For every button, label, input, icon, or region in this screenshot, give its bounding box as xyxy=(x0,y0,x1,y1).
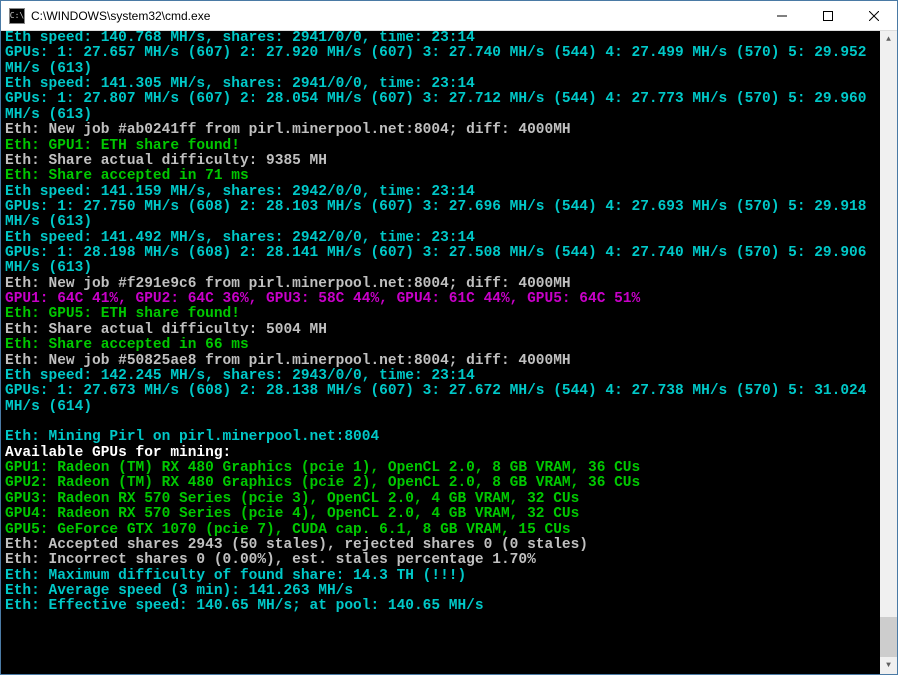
terminal-line: Eth: Effective speed: 140.65 MH/s; at po… xyxy=(5,598,484,614)
terminal-line: Eth: Share actual difficulty: 5004 MH xyxy=(5,322,327,338)
terminal-line: GPU5: GeForce GTX 1070 (pcie 7), CUDA ca… xyxy=(5,522,571,538)
scroll-track[interactable] xyxy=(880,48,897,657)
scrollbar[interactable]: ▲ ▼ xyxy=(880,31,897,674)
terminal-line: GPUs: 1: 27.657 MH/s (607) 2: 27.920 MH/… xyxy=(5,45,875,76)
maximize-button[interactable] xyxy=(805,1,851,30)
titlebar[interactable]: C:\ C:\WINDOWS\system32\cmd.exe xyxy=(1,1,897,31)
minimize-button[interactable] xyxy=(759,1,805,30)
cmd-window: C:\ C:\WINDOWS\system32\cmd.exe Eth spee… xyxy=(0,0,898,675)
close-button[interactable] xyxy=(851,1,897,30)
terminal-line: Eth: Share actual difficulty: 9385 MH xyxy=(5,153,327,169)
terminal-line: Eth: GPU5: ETH share found! xyxy=(5,306,240,322)
scroll-thumb[interactable] xyxy=(880,617,897,657)
terminal-line: Eth: New job #f291e9c6 from pirl.minerpo… xyxy=(5,276,571,292)
terminal-line: GPUs: 1: 27.750 MH/s (608) 2: 28.103 MH/… xyxy=(5,199,875,230)
terminal-line: Eth: Share accepted in 71 ms xyxy=(5,168,249,184)
terminal-line: GPU2: Radeon (TM) RX 480 Graphics (pcie … xyxy=(5,475,640,491)
terminal-line: Eth: New job #50825ae8 from pirl.minerpo… xyxy=(5,353,571,369)
terminal-output[interactable]: Eth speed: 140.768 MH/s, shares: 2941/0/… xyxy=(1,31,880,674)
terminal-line: Eth: Mining Pirl on pirl.minerpool.net:8… xyxy=(5,429,379,445)
terminal-line: Eth: Share accepted in 66 ms xyxy=(5,337,249,353)
terminal-line: GPU3: Radeon RX 570 Series (pcie 3), Ope… xyxy=(5,491,579,507)
terminal-line: Eth speed: 141.492 MH/s, shares: 2942/0/… xyxy=(5,230,475,246)
terminal-line: Eth: New job #ab0241ff from pirl.minerpo… xyxy=(5,122,571,138)
terminal-line: GPUs: 1: 27.673 MH/s (608) 2: 28.138 MH/… xyxy=(5,383,875,414)
scroll-up-arrow[interactable]: ▲ xyxy=(880,31,897,48)
terminal-line: Eth: Maximum difficulty of found share: … xyxy=(5,568,466,584)
terminal-line: Eth: Average speed (3 min): 141.263 MH/s xyxy=(5,583,353,599)
terminal-line: GPUs: 1: 27.807 MH/s (607) 2: 28.054 MH/… xyxy=(5,91,875,122)
window-title: C:\WINDOWS\system32\cmd.exe xyxy=(31,9,759,23)
terminal-line: Eth: GPU1: ETH share found! xyxy=(5,138,240,154)
terminal-line: Eth speed: 142.245 MH/s, shares: 2943/0/… xyxy=(5,368,475,384)
terminal-line: GPUs: 1: 28.198 MH/s (608) 2: 28.141 MH/… xyxy=(5,245,875,276)
terminal-line: Eth: Accepted shares 2943 (50 stales), r… xyxy=(5,537,588,553)
cmd-icon: C:\ xyxy=(9,8,25,24)
terminal-line: Eth: Incorrect shares 0 (0.00%), est. st… xyxy=(5,552,536,568)
terminal-area: Eth speed: 140.768 MH/s, shares: 2941/0/… xyxy=(1,31,897,674)
terminal-line: Eth speed: 141.159 MH/s, shares: 2942/0/… xyxy=(5,184,475,200)
terminal-line: GPU4: Radeon RX 570 Series (pcie 4), Ope… xyxy=(5,506,579,522)
terminal-line: GPU1: Radeon (TM) RX 480 Graphics (pcie … xyxy=(5,460,640,476)
terminal-line: Available GPUs for mining: xyxy=(5,445,231,461)
scroll-down-arrow[interactable]: ▼ xyxy=(880,657,897,674)
terminal-line: Eth speed: 141.305 MH/s, shares: 2941/0/… xyxy=(5,76,475,92)
terminal-line: GPU1: 64C 41%, GPU2: 64C 36%, GPU3: 58C … xyxy=(5,291,640,307)
terminal-line: Eth speed: 140.768 MH/s, shares: 2941/0/… xyxy=(5,31,475,46)
window-controls xyxy=(759,1,897,30)
